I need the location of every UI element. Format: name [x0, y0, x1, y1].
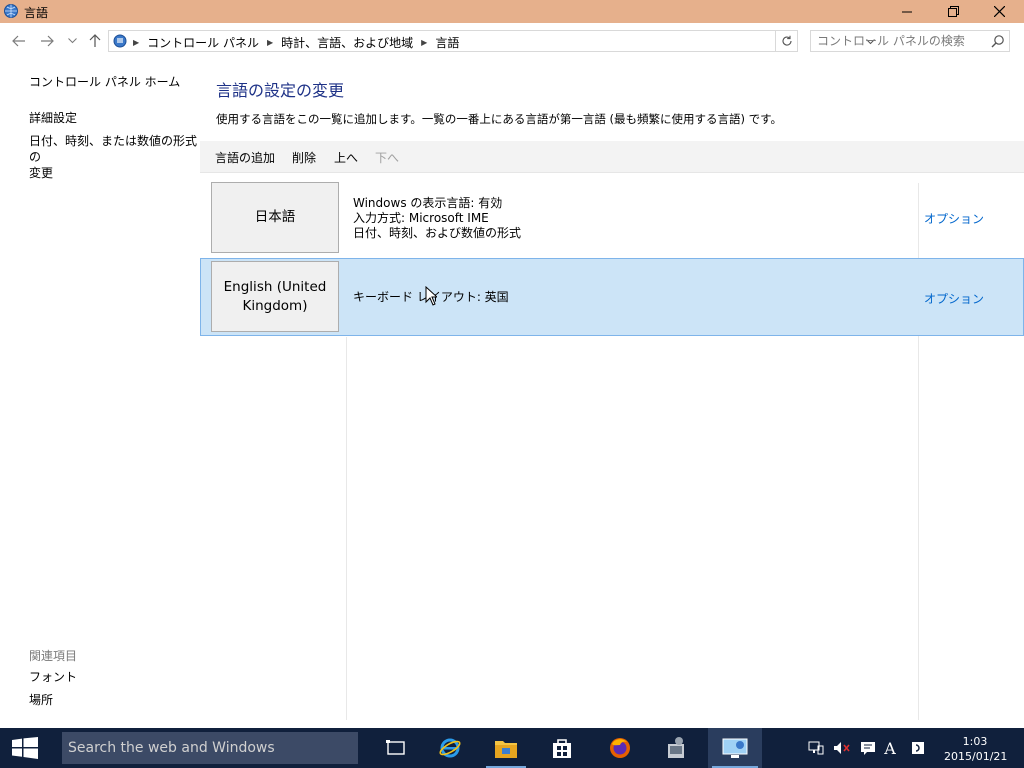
breadcrumb-clock-language-region[interactable]: 時計、言語、および地域 — [281, 34, 413, 51]
taskbar-search[interactable] — [62, 732, 358, 764]
refresh-button[interactable] — [776, 30, 798, 52]
minimize-button[interactable] — [884, 0, 930, 23]
language-detail-line: 入力方式: Microsoft IME — [353, 211, 489, 225]
ime-options-icon[interactable] — [908, 738, 928, 758]
forward-arrow-icon[interactable] — [38, 32, 56, 50]
language-tile[interactable]: 日本語 — [211, 182, 339, 253]
language-control-panel-button[interactable] — [708, 728, 762, 768]
breadcrumb: ▶ コントロール パネル ▶ 時計、言語、および地域 ▶ 言語 — [133, 34, 459, 51]
advanced-settings-link[interactable]: 詳細設定 — [29, 110, 77, 126]
column-divider — [346, 337, 347, 720]
change-date-time-format-line2: 変更 — [29, 166, 54, 180]
refresh-icon — [781, 35, 792, 46]
clock-time: 1:03 — [962, 735, 988, 748]
up-arrow-icon[interactable] — [86, 32, 104, 50]
location-link[interactable]: 場所 — [29, 692, 53, 708]
network-icon[interactable] — [806, 738, 826, 758]
taskbar-clock[interactable]: 1:03 2015/01/21 — [944, 734, 1008, 764]
task-view-button[interactable] — [372, 728, 420, 768]
language-toolbar: 言語の追加 削除 上へ 下へ — [200, 141, 1024, 173]
breadcrumb-language[interactable]: 言語 — [435, 34, 459, 51]
address-bar[interactable]: ▶ コントロール パネル ▶ 時計、言語、および地域 ▶ 言語 — [108, 30, 875, 52]
title-bar: 言語 — [0, 0, 1024, 23]
windows-logo-icon — [12, 737, 38, 759]
move-down-button: 下へ — [375, 151, 400, 165]
internet-explorer-button[interactable] — [426, 728, 474, 768]
change-date-time-format-link[interactable]: 日付、時刻、または数値の形式の 変更 — [29, 133, 200, 181]
page-title: 言語の設定の変更 — [216, 81, 345, 100]
language-name: 日本語 — [254, 209, 296, 225]
back-arrow-icon[interactable] — [10, 32, 28, 50]
search-input[interactable] — [817, 33, 987, 49]
volume-muted-icon[interactable] — [832, 738, 852, 758]
language-globe-icon — [3, 3, 19, 19]
language-name-line1: English (United — [223, 278, 327, 295]
options-link[interactable]: オプション — [924, 210, 984, 227]
move-up-button[interactable]: 上へ — [334, 149, 358, 166]
fonts-link[interactable]: フォント — [29, 669, 77, 685]
search-box[interactable] — [810, 30, 1010, 52]
computer-management-icon — [668, 737, 684, 758]
left-pane: コントロール パネル ホーム 詳細設定 日付、時刻、または数値の形式の 変更 関… — [0, 59, 200, 728]
breadcrumb-separator-icon[interactable]: ▶ — [267, 38, 273, 47]
language-detail-line: 日付、時刻、および数値の形式 — [353, 226, 522, 240]
breadcrumb-separator-icon: ▶ — [133, 38, 140, 47]
search-icon[interactable] — [991, 34, 1005, 48]
recent-locations-chevron-icon[interactable] — [63, 32, 81, 50]
control-panel-icon — [111, 33, 129, 49]
page-description: 使用する言語をこの一覧に追加します。一覧の一番上にある言語が第一言語 (最も頻繁… — [216, 112, 782, 126]
start-button[interactable] — [0, 728, 50, 768]
navigation-bar: ▶ コントロール パネル ▶ 時計、言語、および地域 ▶ 言語 — [0, 23, 1024, 59]
breadcrumb-separator-icon[interactable]: ▶ — [421, 38, 427, 47]
taskbar-search-input[interactable] — [68, 738, 348, 758]
breadcrumb-control-panel[interactable]: コントロール パネル — [147, 34, 259, 51]
computer-management-button[interactable] — [652, 728, 700, 768]
options-link[interactable]: オプション — [924, 290, 984, 307]
remove-button[interactable]: 削除 — [292, 149, 316, 166]
restore-button[interactable] — [930, 0, 976, 23]
control-panel-home-link[interactable]: コントロール パネル ホーム — [29, 74, 180, 90]
language-row-japanese[interactable]: 日本語 Windows の表示言語: 有効 入力方式: Microsoft IM… — [200, 176, 1024, 254]
language-name-line2: Kingdom) — [242, 297, 308, 314]
language-row-english-uk[interactable]: English (United Kingdom) キーボード レイアウト: 英国… — [200, 258, 1024, 336]
task-view-icon — [386, 740, 405, 755]
store-icon — [553, 739, 571, 758]
firefox-icon — [610, 738, 630, 758]
close-button[interactable] — [976, 0, 1022, 23]
window-title: 言語 — [24, 6, 49, 20]
taskbar: A 1:03 2015/01/21 — [0, 728, 1024, 768]
action-center-icon[interactable] — [858, 738, 878, 758]
store-button[interactable] — [538, 728, 586, 768]
language-details: Windows の表示言語: 有効 入力方式: Microsoft IME 日付… — [353, 196, 521, 241]
add-language-button[interactable]: 言語の追加 — [215, 149, 275, 166]
ime-mode-indicator[interactable]: A — [880, 738, 900, 758]
folder-icon — [495, 741, 517, 758]
file-explorer-button[interactable] — [482, 728, 530, 768]
clock-date: 2015/01/21 — [944, 750, 1008, 763]
control-panel-monitor-icon — [722, 738, 748, 758]
change-date-time-format-line1: 日付、時刻、または数値の形式の — [29, 134, 198, 164]
internet-explorer-icon — [439, 738, 461, 758]
firefox-button[interactable] — [596, 728, 644, 768]
language-tile[interactable]: English (United Kingdom) — [211, 261, 339, 332]
language-detail-line: Windows の表示言語: 有効 — [353, 196, 503, 210]
related-items-header: 関連項目 — [29, 649, 78, 663]
mouse-pointer-icon — [425, 285, 439, 306]
